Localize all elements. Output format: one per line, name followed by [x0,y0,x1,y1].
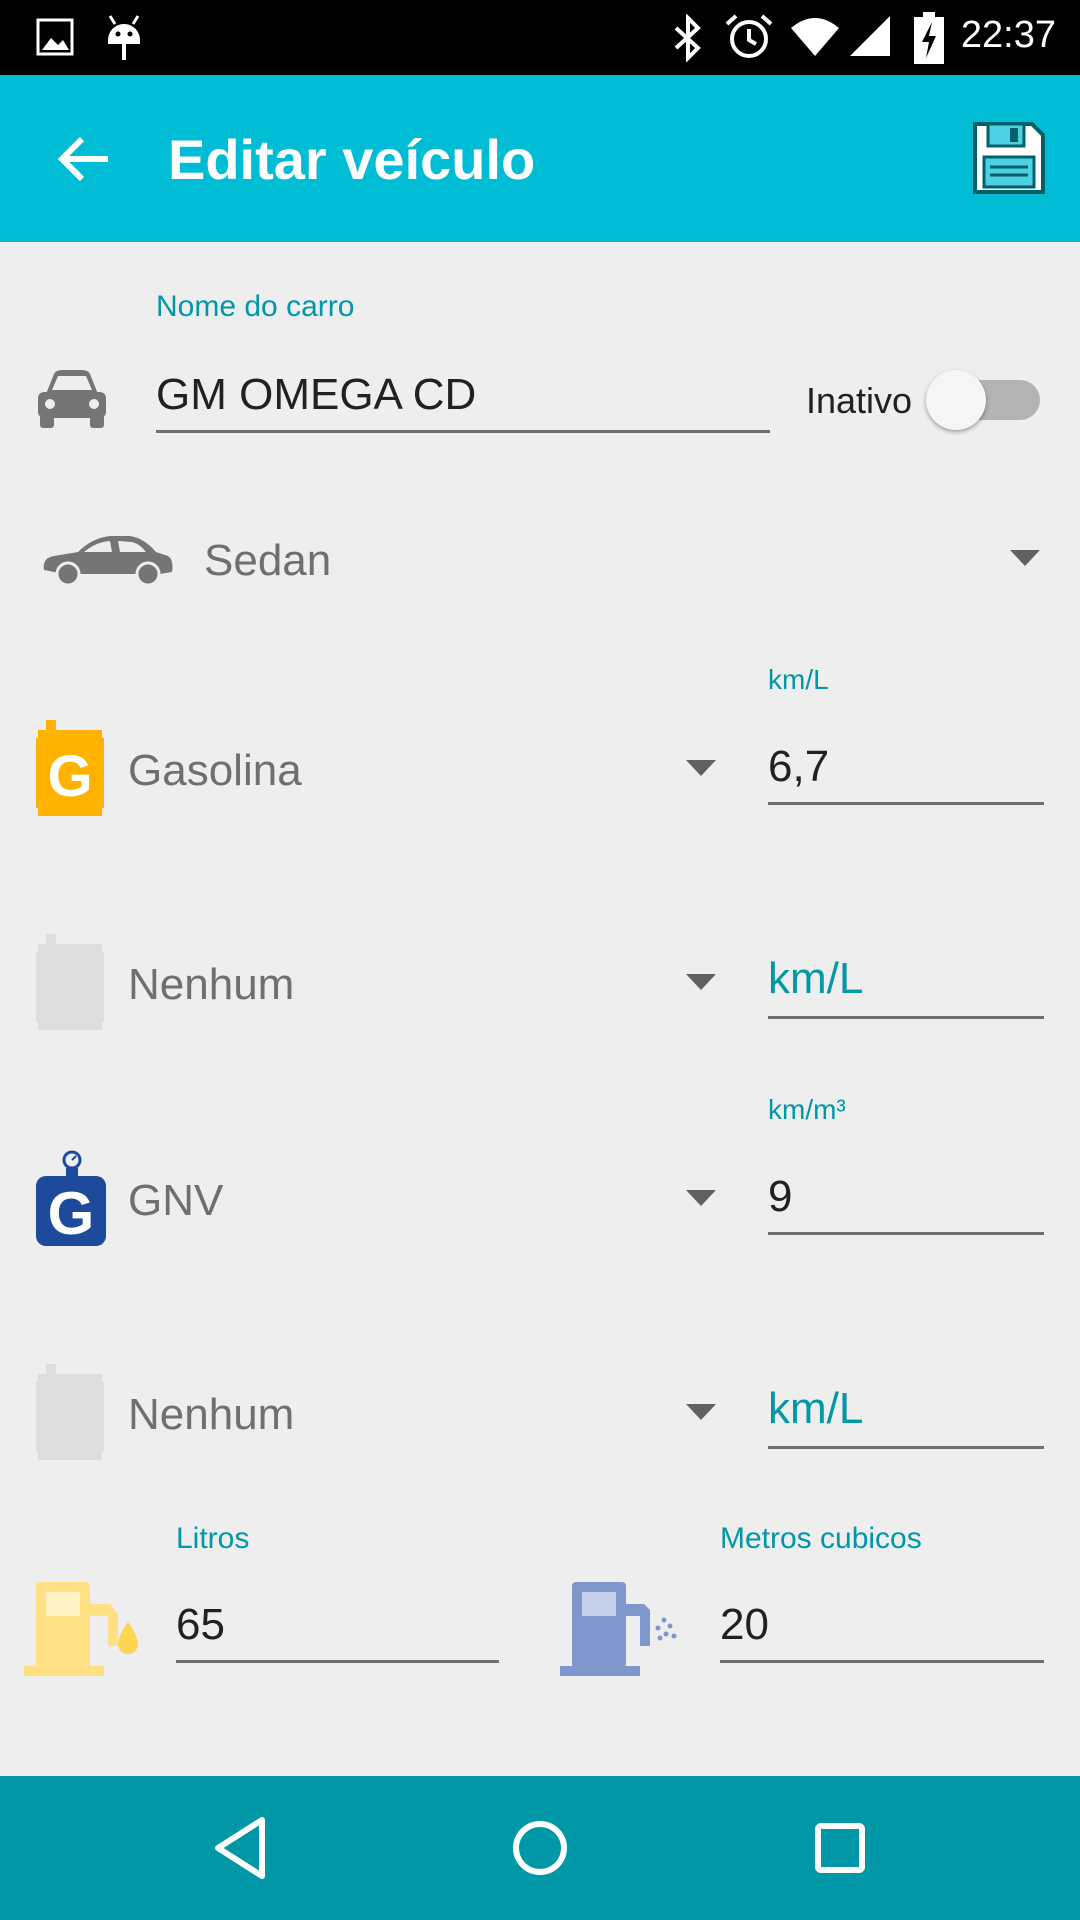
liquid-fuel-pump-icon [24,1582,138,1676]
battery-charging-icon [914,12,944,64]
fuel-2-dropdown-icon[interactable] [686,974,716,990]
fuel-1-dropdown-icon[interactable] [686,760,716,776]
arrow-back-icon[interactable] [52,127,116,191]
fuel-3-unit-label: km/m³ [768,1094,846,1125]
fuel-3-consumption-input[interactable]: 9 [768,1172,792,1222]
fuel-2-spinner[interactable]: Nenhum [128,960,294,1010]
gas-pump-icon [560,1582,677,1676]
signal-icon [850,16,890,56]
car-front-icon [38,370,106,428]
body-type-spinner[interactable]: Sedan [204,536,331,586]
page-title: Editar veículo [168,128,536,191]
active-toggle-thumb[interactable] [926,370,986,430]
sedan-icon [43,536,173,587]
fuel-1-underline [768,802,1044,805]
fuel-3-underline [768,1232,1044,1235]
nav-home-icon[interactable] [504,1812,576,1884]
fuel-4-underline [768,1446,1044,1449]
fuel-4-spinner[interactable]: Nenhum [128,1390,294,1440]
floppy-save-icon[interactable] [972,121,1046,195]
fuel-4-dropdown-icon[interactable] [686,1404,716,1420]
fuel-1-consumption-input[interactable]: 6,7 [768,742,829,792]
nav-recents-icon[interactable] [804,1812,876,1884]
app-bar: Editar veículo [0,75,1080,242]
cubic-meters-input[interactable]: 20 [720,1600,769,1650]
liters-underline [176,1660,499,1663]
fuel-3-spinner[interactable]: GNV [128,1176,223,1226]
fuel-2-underline [768,1016,1044,1019]
fuel-1-spinner[interactable]: Gasolina [128,746,302,796]
car-name-input[interactable]: GM OMEGA CD [156,370,476,420]
gasoline-can-icon: G [36,720,104,816]
svg-text:G: G [48,1180,95,1247]
navigation-bar [0,1776,1080,1920]
fuel-1-unit-label: km/L [768,664,829,695]
active-toggle-label: Inativo [806,380,913,421]
body-type-dropdown-icon[interactable] [1010,550,1040,566]
fuel-3-dropdown-icon[interactable] [686,1190,716,1206]
android-icon [108,15,140,60]
image-icon [36,18,74,56]
wifi-icon [791,18,839,56]
status-bar: 22:37 [0,0,1080,75]
svg-text:G: G [47,744,92,809]
alarm-icon [725,14,773,58]
fuel-2-consumption-input[interactable]: km/L [768,954,863,1004]
fuel-4-consumption-input[interactable]: km/L [768,1384,863,1434]
car-name-underline [156,430,770,433]
liters-label: Litros [176,1522,250,1555]
car-name-label: Nome do carro [156,290,355,323]
gnv-cylinder-icon: G [36,1150,106,1247]
nav-back-icon[interactable] [204,1812,276,1884]
cubic-meters-underline [720,1660,1044,1663]
empty-can-icon [36,934,104,1030]
liters-input[interactable]: 65 [176,1600,225,1650]
empty-can-icon [36,1364,104,1460]
bluetooth-icon [674,14,701,62]
cubic-meters-label: Metros cubicos [720,1522,922,1555]
clock: 22:37 [960,14,1056,56]
